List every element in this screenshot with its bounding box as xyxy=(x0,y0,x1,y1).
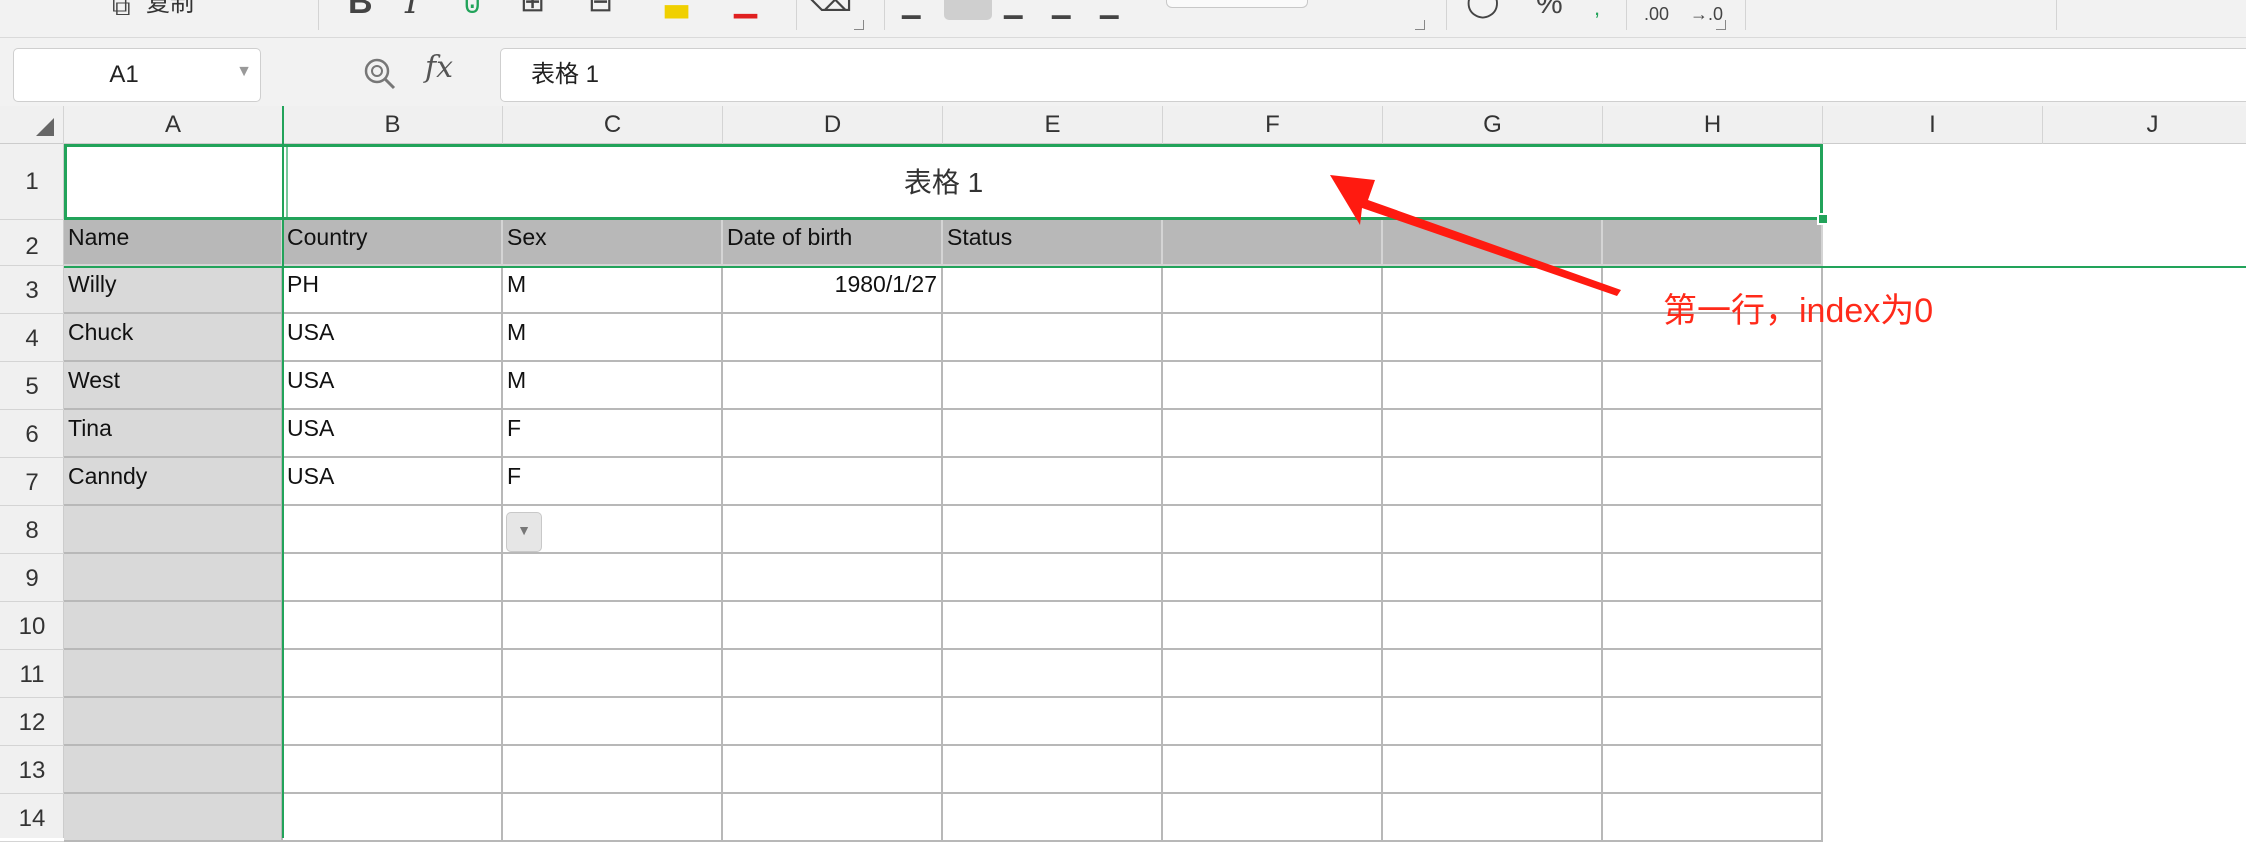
annotation-arrow xyxy=(1330,175,1621,296)
annotation-text: 第一行，index为0 xyxy=(1663,292,1934,330)
